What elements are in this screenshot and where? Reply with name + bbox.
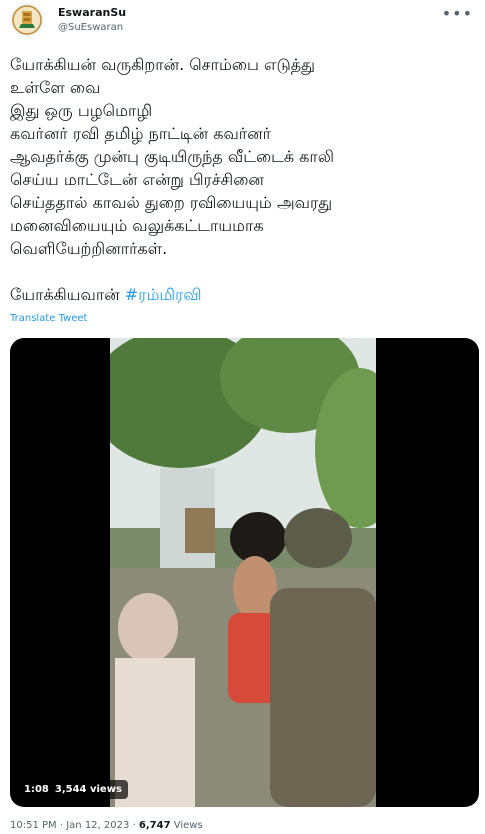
tweet-line: யோக்கியன் வருகிறான். சொம்பை எடுத்து <box>10 55 316 74</box>
display-name[interactable]: EswaranSu <box>58 6 126 20</box>
more-dots-icon[interactable]: ••• <box>442 4 473 23</box>
tweet-line: இது ஒரு பழமொழி <box>10 101 153 120</box>
user-handle[interactable]: @SuEswaran <box>58 21 123 34</box>
video-player[interactable]: 1:08 3,544 views <box>10 338 479 807</box>
video-views: 3,544 views <box>54 784 122 795</box>
views-count: 6,747 <box>138 820 171 831</box>
tweet-time[interactable]: 10:51 PM <box>10 820 57 831</box>
video-thumbnail <box>110 338 376 807</box>
tweet-line: உள்ளே வை <box>10 78 101 97</box>
meta-separator: · <box>132 820 136 831</box>
tweet-line: வெளியேற்றினார்கள். <box>10 239 168 258</box>
translate-tweet-link[interactable]: Translate Tweet <box>10 313 87 324</box>
tweet-line: மனைவியையும் வலுக்கட்டாயமாக <box>10 216 264 235</box>
video-stats-badge: 1:08 3,544 views <box>18 780 128 799</box>
views-label: Views <box>173 820 203 831</box>
hashtag-link[interactable]: #ரம்மிரவி <box>125 285 202 304</box>
video-frame[interactable] <box>110 338 376 807</box>
tweet-line: செய்ததால் காவல் துறை ரவியையும் அவரது <box>10 193 333 212</box>
video-duration: 1:08 <box>24 784 49 795</box>
tamil-nadu-emblem-icon <box>12 5 42 35</box>
tweet-meta: 10:51 PM · Jan 12, 2023 · 6,747 Views <box>10 820 203 831</box>
tweet-line: ஆவதர்க்கு முன்பு குடியிருந்த வீட்டைக் கா… <box>10 147 335 166</box>
tweet-header: EswaranSu @SuEswaran ••• <box>0 0 485 40</box>
closing-text: யோக்கியவான் <box>10 285 125 304</box>
tweet-line: கவர்னர் ரவி தமிழ் நாட்டின் கவர்னர் <box>10 124 272 143</box>
avatar[interactable] <box>10 3 44 37</box>
tweet-line: செய்ய மாட்டேன் என்று பிரச்சினை <box>10 170 264 189</box>
meta-separator: · <box>59 820 64 831</box>
tweet-date[interactable]: Jan 12, 2023 <box>66 820 129 831</box>
tweet-body: யோக்கியன் வருகிறான். சொம்பை எடுத்து உள்ள… <box>10 53 480 306</box>
